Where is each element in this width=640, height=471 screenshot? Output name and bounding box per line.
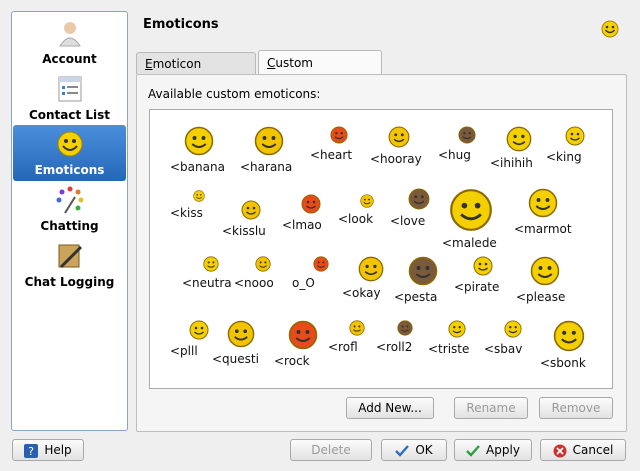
emoticon-glyph-icon: [330, 126, 348, 144]
emoticon-label: <sbav: [484, 342, 523, 356]
emoticon-glyph-icon: [313, 256, 329, 272]
emoticon-label: <banana: [170, 160, 225, 174]
page-title: Emoticons: [143, 17, 219, 32]
emoticon-glyph-icon: [203, 256, 219, 272]
emoticon-label: <kiss: [170, 206, 203, 220]
emoticon-glyph-icon: [458, 126, 476, 144]
cancel-button[interactable]: Cancel: [540, 439, 626, 461]
emoticon-label: <hug: [438, 148, 471, 162]
emoticon-label: <king: [546, 150, 582, 164]
smiley-icon: [57, 131, 83, 157]
emoticon-label: <harana: [240, 160, 293, 174]
emoticon-label: <rofl: [328, 340, 358, 354]
emoticon-label: <neutra: [182, 276, 232, 290]
emoticon-glyph-icon: [227, 320, 255, 348]
emoticon-label: <heart: [310, 148, 353, 162]
emoticon-label: <rock: [274, 354, 310, 368]
emoticon-glyph-icon: [254, 126, 284, 156]
emoticon-glyph-icon: [553, 320, 585, 352]
emoticon-label: <love: [390, 214, 426, 228]
rename-button[interactable]: Rename: [454, 397, 528, 419]
emoticon-label: <plll: [170, 344, 198, 358]
emoticon-glyph-icon: [358, 256, 384, 282]
sidebar-item-label: Contact List: [28, 108, 111, 122]
emoticon-label: <pesta: [394, 290, 438, 304]
tab-emoticon-themes[interactable]: Emoticon Themes: [136, 52, 256, 93]
emoticon-label: <roll2: [376, 340, 413, 354]
emoticon-label: <malede: [442, 236, 497, 250]
apply-button[interactable]: Apply: [454, 439, 532, 461]
svg-text:?: ?: [28, 445, 34, 458]
emoticon-label: <pirate: [454, 280, 500, 294]
delete-button[interactable]: Delete: [290, 439, 372, 461]
emoticon-glyph-icon: [528, 188, 558, 218]
emoticon-glyph-icon: [530, 256, 560, 286]
emoticon-glyph-icon: [301, 194, 321, 214]
emoticon-label: <questi: [212, 352, 259, 366]
emoticon-glyph-icon: [349, 320, 365, 336]
emoticon-label: o_O: [292, 276, 315, 290]
sidebar-item-contact-list[interactable]: Contact List: [13, 70, 126, 126]
add-new-button[interactable]: Add New...: [346, 397, 434, 419]
tab-custom-emoticons[interactable]: Custom Emoticons: [258, 50, 382, 94]
ok-button[interactable]: OK: [381, 439, 447, 461]
emoticon-label: <nooo: [234, 276, 274, 290]
emoticon-label: <ihihih: [490, 156, 533, 170]
emoticon-label: <okay: [342, 286, 381, 300]
emoticon-glyph-icon: [288, 320, 318, 350]
contact-list-icon: [58, 76, 82, 102]
sidebar-item-label: Chatting: [40, 219, 99, 233]
sidebar: Account Contact List Emoticons Chatting: [11, 11, 128, 431]
checkmark-icon: [466, 444, 480, 457]
cancel-icon: [553, 444, 567, 457]
pencil-log-icon: [58, 244, 83, 269]
emoticon-label: <look: [338, 212, 374, 226]
emoticon-label: <hooray: [370, 152, 422, 166]
sidebar-item-label: Emoticons: [34, 163, 105, 177]
emoticon-glyph-icon: [450, 189, 492, 231]
sidebar-item-account[interactable]: Account: [13, 14, 126, 70]
emoticon-glyph-icon: [565, 126, 585, 146]
emoticon-glyph-icon: [408, 188, 430, 210]
smiley-icon: [601, 20, 619, 38]
emoticon-glyph-icon: [255, 256, 271, 272]
list-label: Available custom emoticons:: [148, 87, 321, 101]
help-icon: ?: [24, 443, 39, 458]
emoticon-glyph-icon: [360, 194, 374, 208]
emoticon-glyph-icon: [473, 256, 493, 276]
emoticon-glyph-icon: [506, 126, 532, 152]
sidebar-item-label: Chat Logging: [24, 275, 115, 289]
emoticon-label: <kisslu: [222, 224, 266, 238]
emoticon-glyph-icon: [397, 320, 413, 336]
emoticon-label: <please: [516, 290, 566, 304]
sidebar-item-label: Account: [42, 52, 97, 66]
emoticon-glyph-icon: [448, 320, 466, 338]
remove-button[interactable]: Remove: [539, 397, 613, 419]
color-wheel-icon: [56, 186, 84, 214]
sidebar-item-chatting[interactable]: Chatting: [13, 181, 126, 237]
emoticon-glyph-icon: [408, 256, 438, 286]
emoticon-glyph-icon: [184, 126, 214, 156]
help-button[interactable]: ? Help: [12, 439, 84, 461]
user-account-icon: [59, 22, 81, 47]
emoticon-label: <triste: [428, 342, 470, 356]
emoticon-glyph-icon: [193, 190, 205, 202]
emoticon-glyph-icon: [189, 320, 209, 340]
emoticon-glyph-icon: [241, 200, 261, 220]
emoticon-label: <lmao: [282, 218, 322, 232]
sidebar-item-emoticons[interactable]: Emoticons: [13, 125, 126, 181]
sidebar-item-chat-logging[interactable]: Chat Logging: [13, 237, 126, 293]
checkmark-icon: [395, 444, 410, 457]
emoticon-label: <marmot: [514, 222, 572, 236]
emoticon-list[interactable]: <banana <harana <heart <hooray <hug <ihihih <k…: [149, 109, 613, 389]
emoticon-glyph-icon: [504, 320, 522, 338]
emoticon-label: <sbonk: [540, 356, 586, 370]
emoticon-glyph-icon: [388, 126, 410, 148]
